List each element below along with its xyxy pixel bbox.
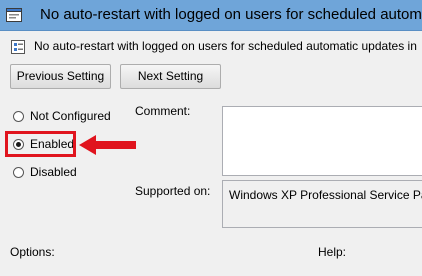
disabled-radio[interactable] <box>13 167 24 178</box>
not-configured-radio[interactable] <box>13 111 24 122</box>
comment-label: Comment: <box>135 104 191 118</box>
red-arrow-icon <box>79 135 136 155</box>
window-title: No auto-restart with logged on users for… <box>40 6 422 23</box>
title-bar: No auto-restart with logged on users for… <box>0 0 422 31</box>
next-setting-button[interactable]: Next Setting <box>120 64 221 89</box>
enabled-highlight-box <box>5 131 76 157</box>
options-label: Options: <box>10 245 55 259</box>
supported-on-field: Windows XP Professional Service Pac <box>222 180 422 228</box>
disabled-label: Disabled <box>30 165 77 179</box>
policy-name: No auto-restart with logged on users for… <box>34 39 417 53</box>
policy-editor-icon <box>6 8 22 22</box>
supported-on-value: Windows XP Professional Service Pac <box>229 188 422 202</box>
help-label: Help: <box>318 245 347 259</box>
previous-setting-button[interactable]: Previous Setting <box>10 64 111 89</box>
supported-on-label: Supported on: <box>135 184 211 198</box>
policy-setting-icon <box>11 40 25 54</box>
comment-textarea[interactable] <box>222 106 422 176</box>
not-configured-label: Not Configured <box>30 109 111 123</box>
policy-header: No auto-restart with logged on users for… <box>0 31 422 59</box>
